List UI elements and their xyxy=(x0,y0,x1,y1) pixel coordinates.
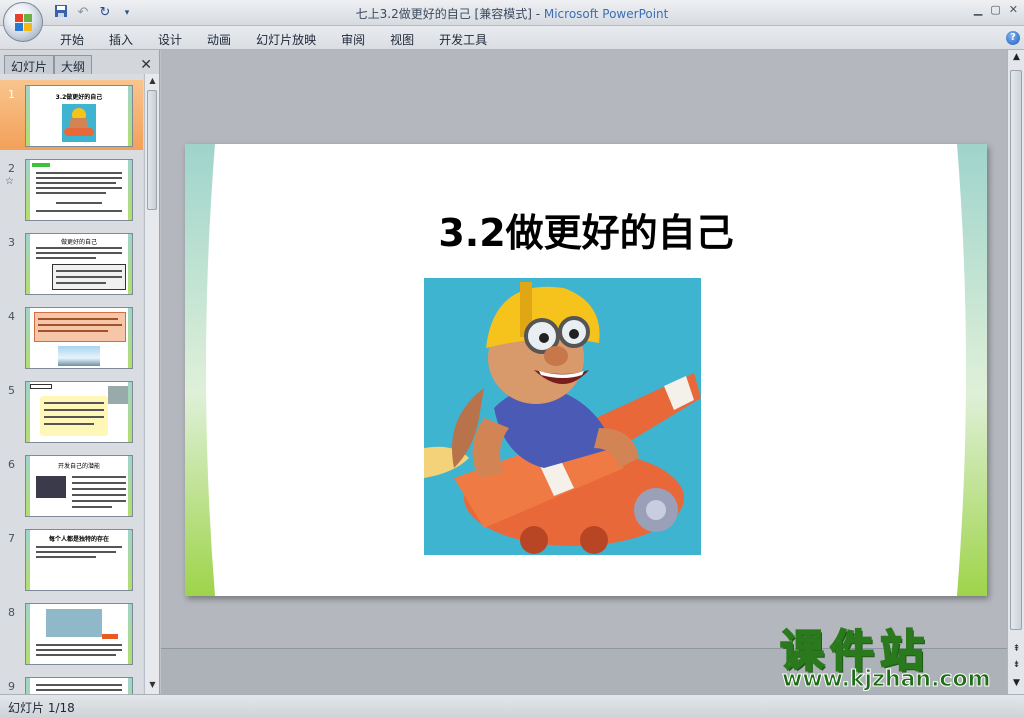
slide-thumbnail[interactable]: 6 开发自己的潜能 xyxy=(0,450,143,520)
thumb-image xyxy=(62,104,96,142)
scroll-thumb[interactable] xyxy=(1010,70,1022,630)
slide-picture[interactable] xyxy=(424,278,701,555)
thumb-title: 做更好的自己 xyxy=(60,239,97,246)
slide-thumbnail[interactable]: 9 xyxy=(0,672,143,694)
slide-preview: 每个人都是独特的存在 xyxy=(25,529,133,591)
scroll-up-icon[interactable]: ▲ xyxy=(1008,52,1024,62)
maximize-icon[interactable]: ▢ xyxy=(990,3,1000,16)
slide-number: 7 xyxy=(8,532,15,545)
editor-scrollbar[interactable]: ▲ ⇞ ⇟ ▼ xyxy=(1007,50,1024,694)
scroll-up-icon[interactable]: ▲ xyxy=(145,74,160,88)
slide-editor: 3.2做更好的自己 xyxy=(161,50,1007,694)
previous-slide-icon[interactable]: ⇞ xyxy=(1008,644,1024,654)
close-icon[interactable]: ✕ xyxy=(1009,3,1018,16)
slide-preview xyxy=(25,603,133,665)
slides-pane: 幻灯片 大纲 ✕ 1 3.2做更好的自己 2 ☆ 3 做更好的自己 4 5 6 … xyxy=(0,50,160,694)
title-bar: ↶ ↻ ▾ 七上3.2做更好的自己 [兼容模式] - Microsoft Pow… xyxy=(0,0,1024,26)
watermark: 课件站 www.kjzhan.com xyxy=(779,615,1010,695)
thumb-title: 每个人都是独特的存在 xyxy=(48,536,109,543)
slide-thumbnail[interactable]: 2 ☆ xyxy=(0,154,143,224)
slide-preview: 开发自己的潜能 xyxy=(25,455,133,517)
next-slide-icon[interactable]: ⇟ xyxy=(1008,660,1024,670)
tab-insert[interactable]: 插入 xyxy=(109,31,133,48)
pane-close-icon[interactable]: ✕ xyxy=(140,57,152,73)
slide-title[interactable]: 3.2做更好的自己 xyxy=(185,202,987,257)
office-button[interactable] xyxy=(3,2,43,42)
tab-outline[interactable]: 大纲 xyxy=(54,55,93,74)
tab-animations[interactable]: 动画 xyxy=(207,31,231,48)
slide-number: 9 xyxy=(8,680,15,693)
slide-canvas[interactable]: 3.2做更好的自己 xyxy=(185,144,987,596)
slide-thumbnail-list: 1 3.2做更好的自己 2 ☆ 3 做更好的自己 4 5 6 开发自己的潜能 7… xyxy=(0,74,143,694)
tab-view[interactable]: 视图 xyxy=(390,31,414,48)
minimize-icon[interactable]: ▁ xyxy=(974,3,982,16)
scroll-down-icon[interactable]: ▼ xyxy=(1008,678,1024,688)
slide-thumbnail[interactable]: 4 xyxy=(0,302,143,372)
document-title: 七上3.2做更好的自己 [兼容模式] - xyxy=(355,7,544,21)
tab-slideshow[interactable]: 幻灯片放映 xyxy=(256,31,316,48)
slide-number: 4 xyxy=(8,310,15,323)
status-bar: 幻灯片 1/18 xyxy=(0,694,1024,718)
tab-review[interactable]: 审阅 xyxy=(341,31,365,48)
ribbon-tabs: 开始 插入 设计 动画 幻灯片放映 审阅 视图 开发工具 xyxy=(60,31,512,48)
slide-thumbnail[interactable]: 1 3.2做更好的自己 xyxy=(0,80,143,150)
slide-number: 5 xyxy=(8,384,15,397)
tab-home[interactable]: 开始 xyxy=(60,31,84,48)
slide-number: 2 xyxy=(8,162,15,175)
slide-preview xyxy=(25,677,133,694)
slide-number: 8 xyxy=(8,606,15,619)
slide-preview xyxy=(25,307,133,369)
slide-thumbnail[interactable]: 7 每个人都是独特的存在 xyxy=(0,524,143,594)
slide-thumbnail[interactable]: 3 做更好的自己 xyxy=(0,228,143,298)
slide-thumbnail[interactable]: 5 xyxy=(0,376,143,446)
cartoon-pilot-image xyxy=(424,278,701,555)
thumb-title: 开发自己的潜能 xyxy=(57,463,100,470)
slide-counter: 幻灯片 1/18 xyxy=(8,701,75,715)
office-logo-icon xyxy=(15,14,33,32)
slide-thumbnail[interactable]: 8 xyxy=(0,598,143,668)
slide-number: 1 xyxy=(8,88,15,101)
thumbnail-scrollbar[interactable]: ▲ ▼ xyxy=(144,74,159,694)
slide-preview: 做更好的自己 xyxy=(25,233,133,295)
scroll-down-icon[interactable]: ▼ xyxy=(145,678,160,692)
ribbon-tabs-bar: 开始 插入 设计 动画 幻灯片放映 审阅 视图 开发工具 ? xyxy=(0,26,1024,50)
watermark-url: www.kjzhan.com xyxy=(782,667,992,693)
app-name: Microsoft PowerPoint xyxy=(543,7,669,21)
scroll-thumb[interactable] xyxy=(147,90,157,210)
help-icon[interactable]: ? xyxy=(1006,31,1020,45)
window-controls: ▁ ▢ ✕ xyxy=(974,3,1018,16)
transition-icon: ☆ xyxy=(5,176,14,187)
window-title: 七上3.2做更好的自己 [兼容模式] - Microsoft PowerPoin… xyxy=(0,5,1024,22)
slide-preview xyxy=(25,381,133,443)
tab-developer[interactable]: 开发工具 xyxy=(439,31,487,48)
slide-number: 6 xyxy=(8,458,15,471)
tab-design[interactable]: 设计 xyxy=(158,31,182,48)
slide-preview: 3.2做更好的自己 xyxy=(25,85,133,147)
slide-number: 3 xyxy=(8,236,15,249)
thumb-title: 3.2做更好的自己 xyxy=(55,94,103,101)
slide-preview xyxy=(25,159,133,221)
tab-slides[interactable]: 幻灯片 xyxy=(4,55,55,74)
pane-tabs: 幻灯片 大纲 ✕ xyxy=(0,53,160,74)
